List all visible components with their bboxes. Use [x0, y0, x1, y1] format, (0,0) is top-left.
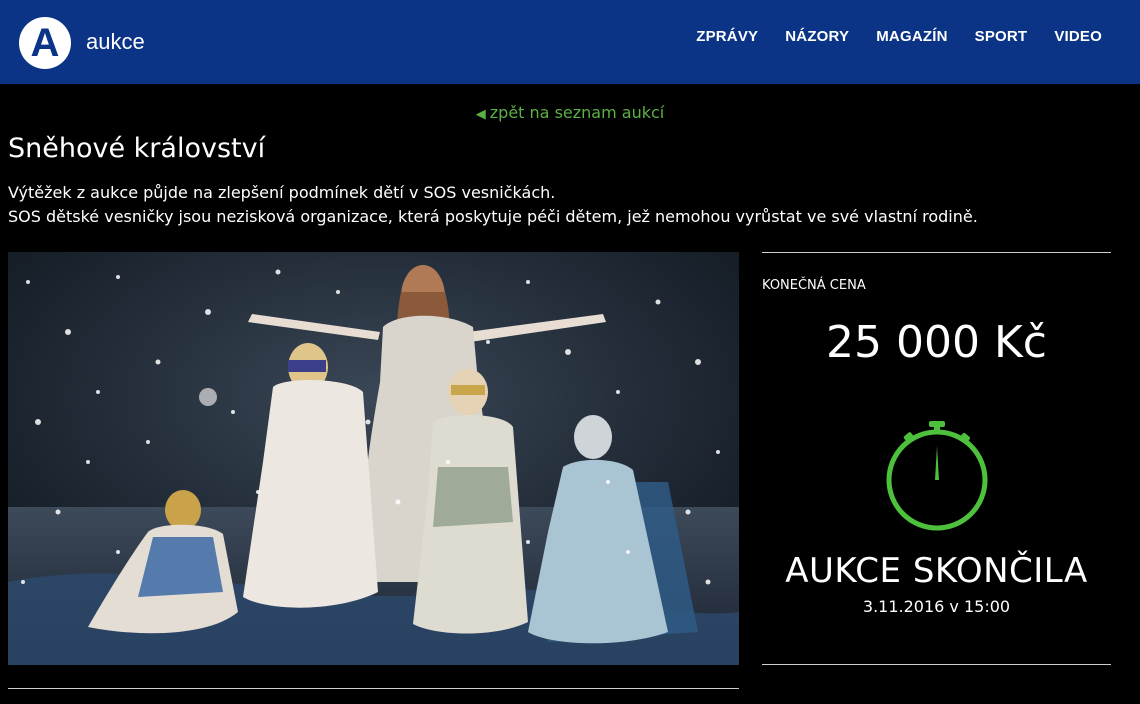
photo-bottom-divider: [8, 688, 739, 689]
auction-status: AUKCE SKONČILA: [785, 551, 1088, 591]
final-price-value: 25 000 Kč: [826, 317, 1047, 368]
sidebar-bottom-divider: [762, 664, 1111, 665]
description-line-1: Výtěžek z aukce půjde na zlepšení podmín…: [8, 183, 556, 202]
back-arrow-icon: ◀: [475, 107, 486, 122]
nav-item-zpravy[interactable]: ZPRÁVY: [696, 28, 758, 45]
site-header: A aukce ZPRÁVY NÁZORY MAGAZÍN SPORT VIDE…: [0, 0, 1140, 84]
final-price-label: KONEČNÁ CENA: [762, 278, 866, 293]
description-line-2: SOS dětské vesničky jsou nezisková organ…: [8, 207, 978, 226]
logo-icon[interactable]: A: [19, 17, 71, 69]
auction-description: Výtěžek z aukce půjde na zlepšení podmín…: [8, 181, 978, 229]
nav-item-video[interactable]: VIDEO: [1054, 28, 1102, 45]
stopwatch-icon: [884, 418, 990, 534]
auction-end-date: 3.11.2016 v 15:00: [862, 597, 1011, 616]
sidebar-top-divider: [762, 252, 1111, 253]
brand-title[interactable]: aukce: [86, 29, 145, 55]
back-to-list-link[interactable]: ◀ zpět na seznam aukcí: [0, 103, 1140, 122]
nav-item-magazin[interactable]: MAGAZÍN: [876, 28, 947, 45]
nav-item-nazory[interactable]: NÁZORY: [785, 28, 849, 45]
nav-item-sport[interactable]: SPORT: [975, 28, 1028, 45]
snow-queen-photo: [8, 252, 739, 665]
page-title: Sněhové království: [8, 133, 266, 164]
auction-photo: [8, 252, 739, 665]
back-link-label: zpět na seznam aukcí: [489, 103, 665, 122]
logo-letter: A: [30, 21, 60, 65]
main-nav: ZPRÁVY NÁZORY MAGAZÍN SPORT VIDEO: [669, 28, 1102, 45]
